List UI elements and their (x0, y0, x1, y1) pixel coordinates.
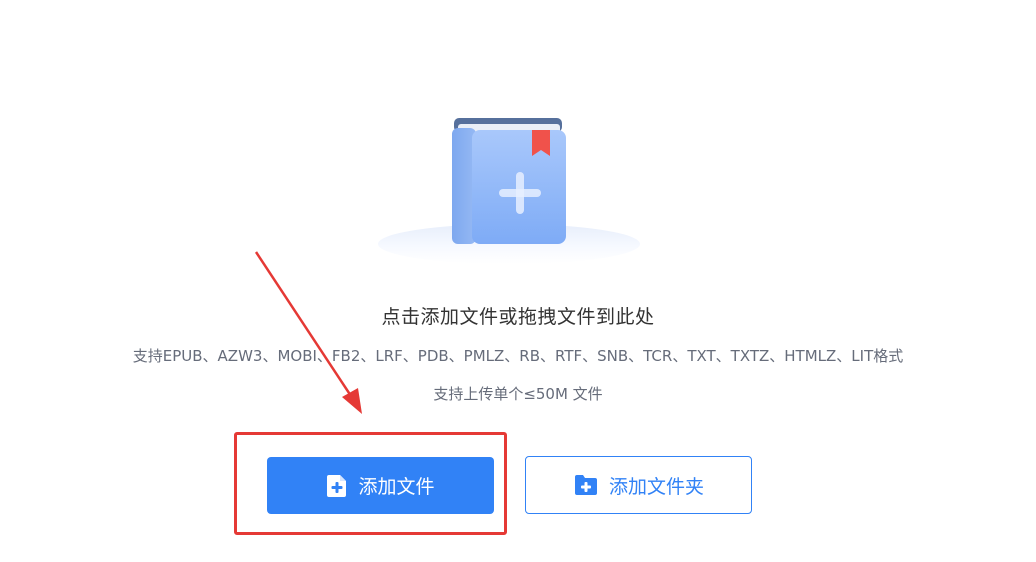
upload-heading: 点击添加文件或拖拽文件到此处 (381, 306, 655, 328)
add-folder-button[interactable]: 添加文件夹 (525, 456, 752, 514)
size-limit-note: 支持上传单个≤50M 文件 (433, 385, 603, 403)
upload-panel[interactable]: 点击添加文件或拖拽文件到此处 支持EPUB、AZW3、MOBI、FB2、LRF、… (0, 0, 1036, 562)
add-file-label: 添加文件 (358, 476, 435, 498)
file-add-icon (326, 474, 348, 498)
add-file-button[interactable]: 添加文件 (267, 457, 494, 514)
book-add-icon[interactable] (448, 116, 572, 250)
add-folder-label: 添加文件夹 (608, 475, 704, 498)
supported-formats: 支持EPUB、AZW3、MOBI、FB2、LRF、PDB、PMLZ、RB、RTF… (132, 347, 904, 365)
folder-add-icon (573, 474, 599, 496)
annotation-arrow (254, 251, 362, 414)
